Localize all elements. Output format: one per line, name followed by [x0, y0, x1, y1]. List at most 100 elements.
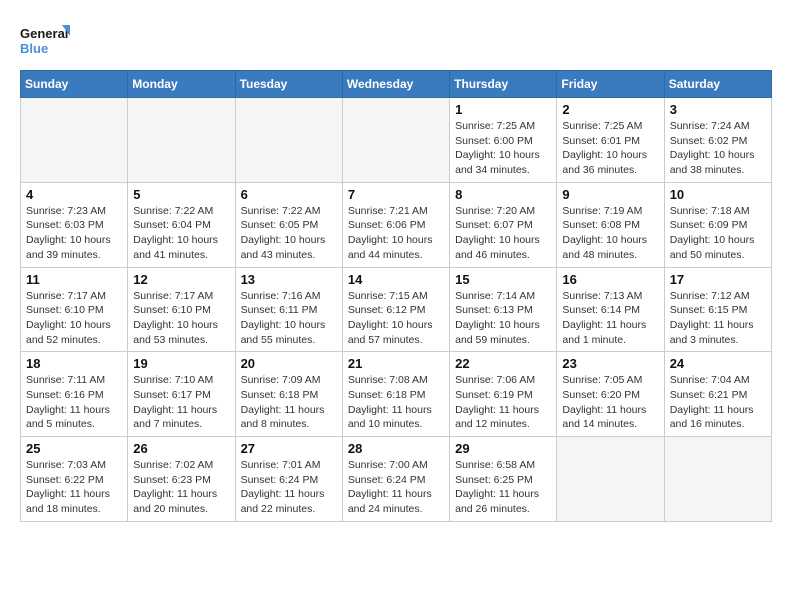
calendar-cell: 2 Sunrise: 7:25 AM Sunset: 6:01 PM Daylig… [557, 98, 664, 183]
day-info: Sunrise: 7:00 AM Sunset: 6:24 PM Dayligh… [348, 458, 444, 517]
calendar-week-row-3: 11 Sunrise: 7:17 AM Sunset: 6:10 PM Dayli… [21, 267, 772, 352]
day-number: 27 [241, 441, 337, 456]
calendar-header-saturday: Saturday [664, 71, 771, 98]
calendar-cell: 27 Sunrise: 7:01 AM Sunset: 6:24 PM Dayli… [235, 437, 342, 522]
day-number: 14 [348, 272, 444, 287]
day-number: 21 [348, 356, 444, 371]
day-info: Sunrise: 7:22 AM Sunset: 6:05 PM Dayligh… [241, 204, 337, 263]
calendar-table: SundayMondayTuesdayWednesdayThursdayFrid… [20, 70, 772, 522]
day-number: 8 [455, 187, 551, 202]
day-number: 29 [455, 441, 551, 456]
calendar-header-row: SundayMondayTuesdayWednesdayThursdayFrid… [21, 71, 772, 98]
calendar-cell [557, 437, 664, 522]
calendar-cell [664, 437, 771, 522]
page-header: General Blue [20, 20, 772, 60]
day-number: 1 [455, 102, 551, 117]
calendar-cell: 14 Sunrise: 7:15 AM Sunset: 6:12 PM Dayli… [342, 267, 449, 352]
calendar-cell: 18 Sunrise: 7:11 AM Sunset: 6:16 PM Dayli… [21, 352, 128, 437]
calendar-cell: 1 Sunrise: 7:25 AM Sunset: 6:00 PM Daylig… [450, 98, 557, 183]
day-number: 17 [670, 272, 766, 287]
day-info: Sunrise: 7:14 AM Sunset: 6:13 PM Dayligh… [455, 289, 551, 348]
day-info: Sunrise: 7:17 AM Sunset: 6:10 PM Dayligh… [26, 289, 122, 348]
calendar-cell: 25 Sunrise: 7:03 AM Sunset: 6:22 PM Dayli… [21, 437, 128, 522]
day-number: 12 [133, 272, 229, 287]
calendar-cell: 21 Sunrise: 7:08 AM Sunset: 6:18 PM Dayli… [342, 352, 449, 437]
day-number: 13 [241, 272, 337, 287]
calendar-cell: 7Sunrise: 7:21 AM Sunset: 6:06 PM Daylig… [342, 182, 449, 267]
calendar-cell: 4 Sunrise: 7:23 AM Sunset: 6:03 PM Daylig… [21, 182, 128, 267]
calendar-cell: 24 Sunrise: 7:04 AM Sunset: 6:21 PM Dayli… [664, 352, 771, 437]
day-number: 7 [348, 187, 444, 202]
calendar-week-row-4: 18 Sunrise: 7:11 AM Sunset: 6:16 PM Dayli… [21, 352, 772, 437]
day-number: 2 [562, 102, 658, 117]
calendar-cell [21, 98, 128, 183]
logo: General Blue [20, 20, 70, 60]
svg-text:General: General [20, 26, 68, 41]
day-info: Sunrise: 7:09 AM Sunset: 6:18 PM Dayligh… [241, 373, 337, 432]
day-number: 20 [241, 356, 337, 371]
day-number: 11 [26, 272, 122, 287]
day-info: Sunrise: 7:04 AM Sunset: 6:21 PM Dayligh… [670, 373, 766, 432]
calendar-cell: 15 Sunrise: 7:14 AM Sunset: 6:13 PM Dayli… [450, 267, 557, 352]
calendar-cell: 20 Sunrise: 7:09 AM Sunset: 6:18 PM Dayli… [235, 352, 342, 437]
calendar-cell: 16Sunrise: 7:13 AM Sunset: 6:14 PM Dayli… [557, 267, 664, 352]
day-info: Sunrise: 7:10 AM Sunset: 6:17 PM Dayligh… [133, 373, 229, 432]
day-number: 26 [133, 441, 229, 456]
day-info: Sunrise: 7:08 AM Sunset: 6:18 PM Dayligh… [348, 373, 444, 432]
calendar-header-tuesday: Tuesday [235, 71, 342, 98]
day-info: Sunrise: 7:15 AM Sunset: 6:12 PM Dayligh… [348, 289, 444, 348]
calendar-cell: 5 Sunrise: 7:22 AM Sunset: 6:04 PM Daylig… [128, 182, 235, 267]
day-info: Sunrise: 7:23 AM Sunset: 6:03 PM Dayligh… [26, 204, 122, 263]
calendar-cell: 23Sunrise: 7:05 AM Sunset: 6:20 PM Dayli… [557, 352, 664, 437]
calendar-header-monday: Monday [128, 71, 235, 98]
day-number: 28 [348, 441, 444, 456]
day-info: Sunrise: 7:03 AM Sunset: 6:22 PM Dayligh… [26, 458, 122, 517]
day-info: Sunrise: 7:25 AM Sunset: 6:01 PM Dayligh… [562, 119, 658, 178]
day-info: Sunrise: 7:01 AM Sunset: 6:24 PM Dayligh… [241, 458, 337, 517]
svg-text:Blue: Blue [20, 41, 48, 56]
day-number: 19 [133, 356, 229, 371]
calendar-cell: 13Sunrise: 7:16 AM Sunset: 6:11 PM Dayli… [235, 267, 342, 352]
calendar-cell: 10Sunrise: 7:18 AM Sunset: 6:09 PM Dayli… [664, 182, 771, 267]
day-info: Sunrise: 7:18 AM Sunset: 6:09 PM Dayligh… [670, 204, 766, 263]
calendar-cell: 29Sunrise: 6:58 AM Sunset: 6:25 PM Dayli… [450, 437, 557, 522]
day-number: 5 [133, 187, 229, 202]
calendar-cell: 26 Sunrise: 7:02 AM Sunset: 6:23 PM Dayli… [128, 437, 235, 522]
calendar-cell: 12 Sunrise: 7:17 AM Sunset: 6:10 PM Dayli… [128, 267, 235, 352]
day-number: 24 [670, 356, 766, 371]
day-info: Sunrise: 7:20 AM Sunset: 6:07 PM Dayligh… [455, 204, 551, 263]
calendar-week-row-1: 1 Sunrise: 7:25 AM Sunset: 6:00 PM Daylig… [21, 98, 772, 183]
day-number: 22 [455, 356, 551, 371]
day-info: Sunrise: 7:13 AM Sunset: 6:14 PM Dayligh… [562, 289, 658, 348]
day-info: Sunrise: 7:25 AM Sunset: 6:00 PM Dayligh… [455, 119, 551, 178]
logo-svg: General Blue [20, 20, 70, 60]
calendar-cell: 9 Sunrise: 7:19 AM Sunset: 6:08 PM Daylig… [557, 182, 664, 267]
calendar-cell: 8 Sunrise: 7:20 AM Sunset: 6:07 PM Daylig… [450, 182, 557, 267]
day-number: 9 [562, 187, 658, 202]
calendar-header-wednesday: Wednesday [342, 71, 449, 98]
day-info: Sunrise: 7:24 AM Sunset: 6:02 PM Dayligh… [670, 119, 766, 178]
day-number: 6 [241, 187, 337, 202]
calendar-header-sunday: Sunday [21, 71, 128, 98]
day-info: Sunrise: 7:11 AM Sunset: 6:16 PM Dayligh… [26, 373, 122, 432]
day-info: Sunrise: 7:02 AM Sunset: 6:23 PM Dayligh… [133, 458, 229, 517]
day-number: 3 [670, 102, 766, 117]
calendar-cell [342, 98, 449, 183]
day-number: 18 [26, 356, 122, 371]
calendar-cell: 17 Sunrise: 7:12 AM Sunset: 6:15 PM Dayli… [664, 267, 771, 352]
day-info: Sunrise: 7:17 AM Sunset: 6:10 PM Dayligh… [133, 289, 229, 348]
calendar-header-thursday: Thursday [450, 71, 557, 98]
day-info: Sunrise: 7:12 AM Sunset: 6:15 PM Dayligh… [670, 289, 766, 348]
day-number: 4 [26, 187, 122, 202]
day-number: 25 [26, 441, 122, 456]
calendar-cell: 11 Sunrise: 7:17 AM Sunset: 6:10 PM Dayli… [21, 267, 128, 352]
day-info: Sunrise: 7:22 AM Sunset: 6:04 PM Dayligh… [133, 204, 229, 263]
calendar-header-friday: Friday [557, 71, 664, 98]
day-number: 15 [455, 272, 551, 287]
calendar-cell [235, 98, 342, 183]
calendar-cell: 3 Sunrise: 7:24 AM Sunset: 6:02 PM Daylig… [664, 98, 771, 183]
day-info: Sunrise: 7:06 AM Sunset: 6:19 PM Dayligh… [455, 373, 551, 432]
calendar-cell: 22 Sunrise: 7:06 AM Sunset: 6:19 PM Dayli… [450, 352, 557, 437]
day-info: Sunrise: 7:19 AM Sunset: 6:08 PM Dayligh… [562, 204, 658, 263]
day-number: 23 [562, 356, 658, 371]
